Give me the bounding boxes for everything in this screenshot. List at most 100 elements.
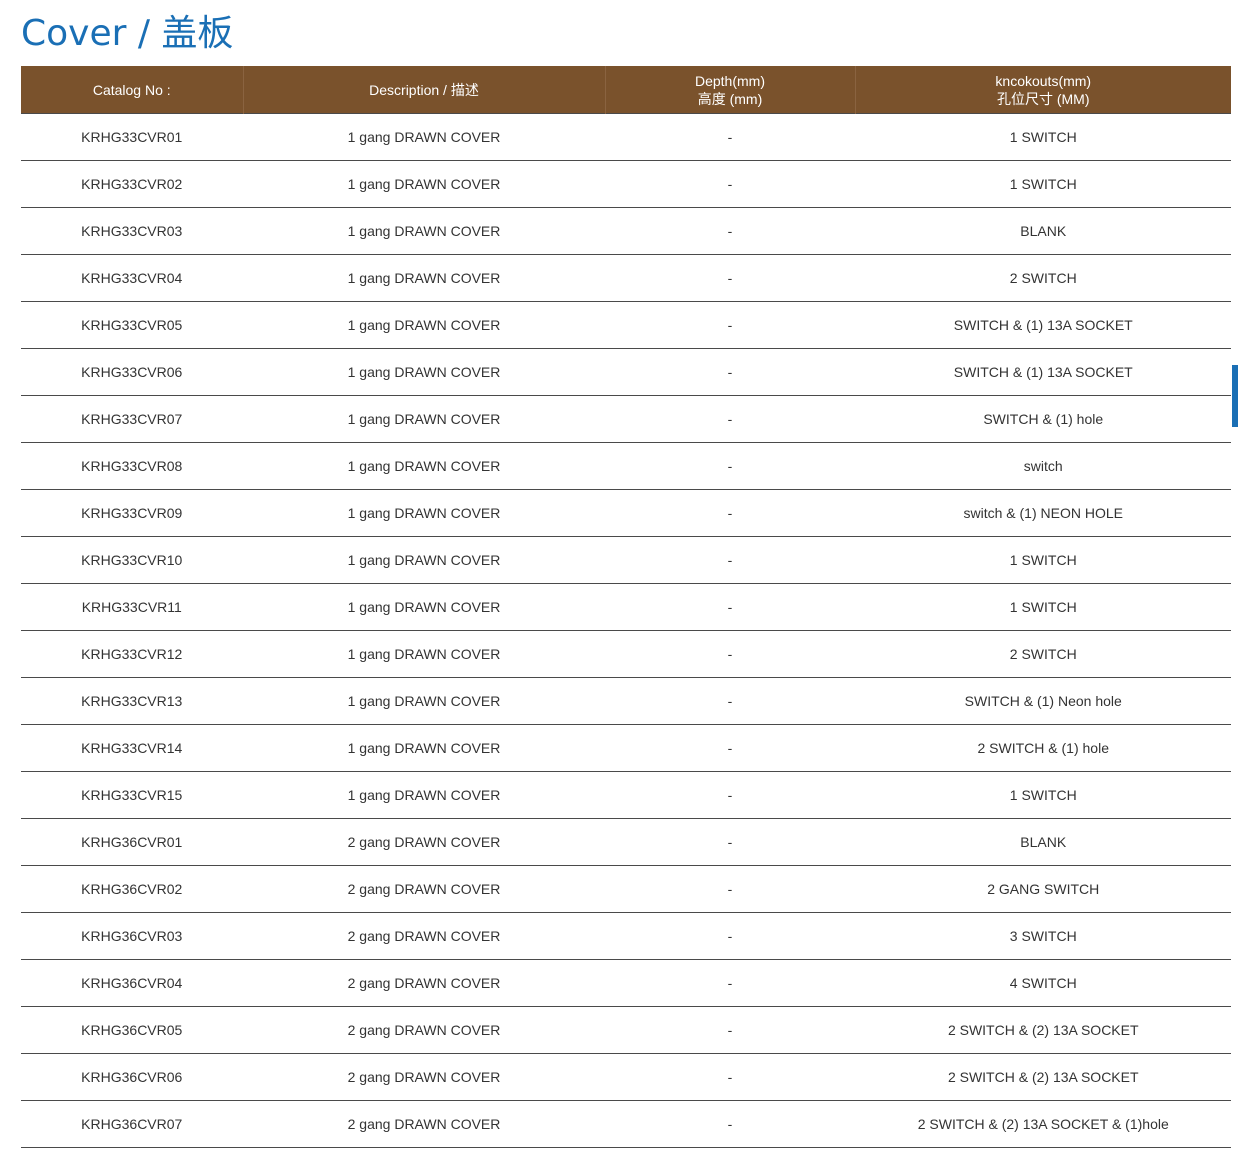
table-row: KRHG33CVR01 1 gang DRAWN COVER -1 SWITCH [21, 113, 1231, 161]
depth-cell: - [604, 583, 855, 631]
table-row: KRHG33CVR03 1 gang DRAWN COVER - BLANK [21, 207, 1231, 255]
header-catalog-no: Catalog No : [21, 66, 243, 114]
description-cell: 2 gang DRAWN COVER [242, 959, 605, 1007]
table-row: KRHG33CVR12 1 gang DRAWN COVER -2 SWITCH [21, 630, 1231, 678]
catalog-no-cell: KRHG36CVR01 [21, 818, 243, 866]
depth-cell: - [604, 160, 855, 208]
depth-cell: - [604, 677, 855, 725]
header-depth-label-cn: 高度 (mm) [697, 90, 763, 107]
knockouts-cell: 1 SWITCH [854, 160, 1231, 208]
table-row: KRHG33CVR05 1 gang DRAWN COVER - SWITCH & (… [21, 301, 1231, 349]
description-cell: 1 gang DRAWN COVER [242, 160, 605, 208]
table-row: KRHG36CVR02 2 gang DRAWN COVER -2 GANG SWI… [21, 865, 1231, 913]
knockouts-cell: 1 SWITCH [854, 536, 1231, 584]
knockouts-cell: 3 SWITCH [854, 912, 1231, 960]
catalog-no-cell: KRHG36CVR05 [21, 1006, 243, 1054]
description-cell: 1 gang DRAWN COVER [242, 630, 605, 678]
knockouts-cell: 1 SWITCH [854, 771, 1231, 819]
table-row: KRHG33CVR06 1 gang DRAWN COVER - SWITCH & (… [21, 348, 1231, 396]
knockouts-cell: SWITCH & (1) 13A SOCKET [854, 348, 1231, 396]
table-row: KRHG33CVR10 1 gang DRAWN COVER -1 SWITCH [21, 536, 1231, 584]
description-cell: 1 gang DRAWN COVER [242, 442, 605, 490]
table-row: KRHG33CVR04 1 gang DRAWN COVER -2 SWITCH [21, 254, 1231, 302]
description-cell: 1 gang DRAWN COVER [242, 489, 605, 537]
header-catalog-label: Catalog No : [92, 81, 171, 98]
depth-cell: - [604, 536, 855, 584]
knockouts-cell: BLANK [854, 207, 1231, 255]
depth-cell: - [604, 724, 855, 772]
catalog-no-cell: KRHG33CVR14 [21, 724, 243, 772]
depth-cell: - [604, 865, 855, 913]
table-body: KRHG33CVR01 1 gang DRAWN COVER -1 SWITCH KR… [21, 113, 1231, 1148]
knockouts-cell: switch [854, 442, 1231, 490]
description-cell: 1 gang DRAWN COVER [242, 677, 605, 725]
table-row: KRHG36CVR04 2 gang DRAWN COVER -4 SWITCH [21, 959, 1231, 1007]
table-row: KRHG33CVR11 1 gang DRAWN COVER -1 SWITCH [21, 583, 1231, 631]
depth-cell: - [604, 912, 855, 960]
table-row: KRHG36CVR03 2 gang DRAWN COVER -3 SWITCH [21, 912, 1231, 960]
catalog-no-cell: KRHG36CVR04 [21, 959, 243, 1007]
description-cell: 1 gang DRAWN COVER [242, 724, 605, 772]
catalog-no-cell: KRHG36CVR07 [21, 1100, 243, 1148]
header-knockouts-label-en: kncokouts(mm) [995, 72, 1092, 89]
knockouts-cell: SWITCH & (1) Neon hole [854, 677, 1231, 725]
catalog-no-cell: KRHG33CVR07 [21, 395, 243, 443]
page-title: Cover / 盖板 [21, 13, 234, 54]
depth-cell: - [604, 301, 855, 349]
catalog-no-cell: KRHG33CVR10 [21, 536, 243, 584]
description-cell: 1 gang DRAWN COVER [242, 301, 605, 349]
description-cell: 1 gang DRAWN COVER [242, 583, 605, 631]
catalog-no-cell: KRHG33CVR01 [21, 113, 243, 161]
table-row: KRHG33CVR02 1 gang DRAWN COVER -1 SWITCH [21, 160, 1231, 208]
table-row: KRHG36CVR07 2 gang DRAWN COVER -2 SWITCH &… [21, 1100, 1231, 1148]
catalog-no-cell: KRHG33CVR08 [21, 442, 243, 490]
description-cell: 1 gang DRAWN COVER [242, 771, 605, 819]
description-cell: 2 gang DRAWN COVER [242, 1006, 605, 1054]
description-cell: 1 gang DRAWN COVER [242, 536, 605, 584]
header-description-label: Description / 描述 [369, 81, 479, 98]
knockouts-cell: 2 SWITCH [854, 630, 1231, 678]
knockouts-cell: 2 SWITCH & (1) hole [854, 724, 1231, 772]
knockouts-cell: 2 SWITCH & (2) 13A SOCKET [854, 1053, 1231, 1101]
depth-cell: - [604, 348, 855, 396]
side-tab-marker [1232, 365, 1238, 427]
table-row: KRHG33CVR07 1 gang DRAWN COVER - SWITCH & (… [21, 395, 1231, 443]
catalog-no-cell: KRHG36CVR03 [21, 912, 243, 960]
knockouts-cell: 1 SWITCH [854, 583, 1231, 631]
depth-cell: - [604, 818, 855, 866]
catalog-no-cell: KRHG36CVR06 [21, 1053, 243, 1101]
cover-catalog-table: Catalog No : Description / 描述 Depth(mm) … [21, 66, 1231, 1148]
catalog-no-cell: KRHG33CVR12 [21, 630, 243, 678]
depth-cell: - [604, 254, 855, 302]
knockouts-cell: 2 SWITCH & (2) 13A SOCKET & (1)hole [854, 1100, 1231, 1148]
description-cell: 1 gang DRAWN COVER [242, 207, 605, 255]
catalog-no-cell: KRHG33CVR05 [21, 301, 243, 349]
knockouts-cell: SWITCH & (1) 13A SOCKET [854, 301, 1231, 349]
catalog-no-cell: KRHG33CVR15 [21, 771, 243, 819]
knockouts-cell: 2 GANG SWITCH [854, 865, 1231, 913]
depth-cell: - [604, 1006, 855, 1054]
depth-cell: - [604, 442, 855, 490]
header-description: Description / 描述 [242, 66, 605, 114]
depth-cell: - [604, 959, 855, 1007]
header-row: Catalog No : Description / 描述 Depth(mm) … [21, 66, 1231, 114]
table-row: KRHG33CVR15 1 gang DRAWN COVER -1 SWITCH [21, 771, 1231, 819]
header-knockouts-label-cn: 孔位尺寸 (MM) [996, 90, 1090, 107]
knockouts-cell: SWITCH & (1) hole [854, 395, 1231, 443]
table-row: KRHG33CVR09 1 gang DRAWN COVER - switch & (… [21, 489, 1231, 537]
catalog-no-cell: KRHG33CVR03 [21, 207, 243, 255]
header-depth: Depth(mm) 高度 (mm) [604, 66, 855, 114]
header-depth-label-en: Depth(mm) [694, 72, 765, 89]
table-row: KRHG36CVR01 2 gang DRAWN COVER - BLANK [21, 818, 1231, 866]
depth-cell: - [604, 395, 855, 443]
description-cell: 2 gang DRAWN COVER [242, 818, 605, 866]
table-row: KRHG33CVR14 1 gang DRAWN COVER -2 SWITCH &… [21, 724, 1231, 772]
catalog-no-cell: KRHG33CVR11 [21, 583, 243, 631]
table-row: KRHG36CVR05 2 gang DRAWN COVER -2 SWITCH &… [21, 1006, 1231, 1054]
depth-cell: - [604, 489, 855, 537]
description-cell: 2 gang DRAWN COVER [242, 912, 605, 960]
knockouts-cell: 2 SWITCH & (2) 13A SOCKET [854, 1006, 1231, 1054]
description-cell: 1 gang DRAWN COVER [242, 113, 605, 161]
depth-cell: - [604, 771, 855, 819]
header-knockouts: kncokouts(mm) 孔位尺寸 (MM) [854, 66, 1231, 114]
